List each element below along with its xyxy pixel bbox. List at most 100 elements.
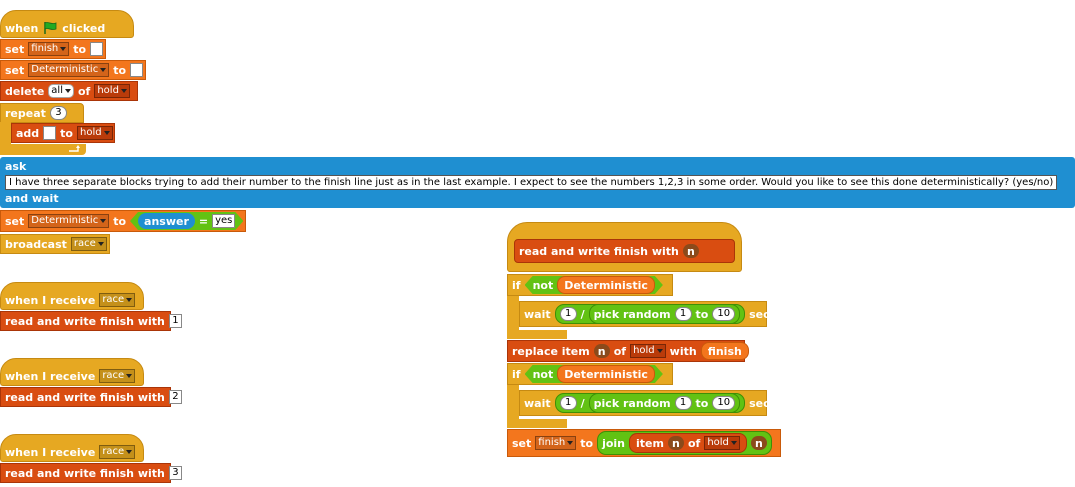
- var-dropdown-deterministic[interactable]: Deterministic: [28, 63, 110, 77]
- if-label: if: [512, 367, 521, 381]
- arg-slot[interactable]: 2: [168, 390, 182, 404]
- value-slot[interactable]: [130, 63, 144, 77]
- delete-block[interactable]: delete all of hold: [0, 81, 138, 101]
- message-name: race: [102, 446, 125, 457]
- when-i-receive-hat[interactable]: when I receive race: [0, 282, 144, 310]
- message-dropdown[interactable]: race: [70, 237, 107, 251]
- replace-label: replace item: [512, 344, 590, 358]
- message-dropdown[interactable]: race: [99, 369, 136, 383]
- param-n[interactable]: n: [593, 344, 610, 358]
- divide-reporter[interactable]: 1 / pick random 1 to 10: [554, 304, 746, 324]
- when-i-receive-hat[interactable]: when I receive race: [0, 434, 144, 462]
- with-label: with: [669, 344, 697, 358]
- hat-label: when I receive: [5, 293, 96, 307]
- list-name: hold: [633, 345, 655, 356]
- custom-block-definition-hat[interactable]: read and write finish with n: [507, 222, 742, 272]
- secs-label: secs: [749, 396, 777, 410]
- pick-random-reporter[interactable]: pick random 1 to 10: [588, 393, 741, 413]
- replace-item-block[interactable]: replace item n of hold with finish: [507, 340, 749, 362]
- param-n[interactable]: n: [750, 436, 767, 450]
- set-deterministic-answer-block[interactable]: set Deterministic to answer = yes: [0, 210, 246, 232]
- finish-reporter[interactable]: finish: [700, 342, 749, 360]
- arg-slot[interactable]: 3: [168, 466, 182, 480]
- list-dropdown-hold[interactable]: hold: [630, 344, 666, 358]
- arg-slot[interactable]: 1: [168, 314, 182, 328]
- chevron-down-icon: [60, 47, 67, 51]
- to-label: to: [695, 307, 709, 321]
- set-finish-block[interactable]: set finish to: [0, 39, 106, 59]
- list-dropdown-hold[interactable]: hold: [94, 84, 130, 98]
- proto-label: read and write finish with: [519, 244, 679, 258]
- message-dropdown[interactable]: race: [99, 445, 136, 459]
- item-of-reporter[interactable]: item n of hold: [629, 433, 747, 453]
- from-slot[interactable]: 1: [674, 307, 692, 321]
- deterministic-reporter[interactable]: Deterministic: [557, 276, 655, 294]
- hat-when-label: when: [5, 21, 39, 35]
- if-block[interactable]: if not Deterministic: [507, 363, 673, 385]
- of-label: of: [613, 344, 627, 358]
- custom-block-call[interactable]: read and write finish with 1: [0, 311, 182, 331]
- numerator-slot[interactable]: 1: [559, 307, 577, 321]
- message-name: race: [73, 238, 96, 249]
- divide-reporter[interactable]: 1 / pick random 1 to 10: [554, 393, 746, 413]
- to-label: to: [60, 126, 73, 140]
- hat-label: when I receive: [5, 369, 96, 383]
- param-n[interactable]: n: [667, 436, 684, 450]
- when-flag-clicked-hat[interactable]: when clicked: [0, 10, 134, 38]
- wait-block[interactable]: wait 1 / pick random 1 to 10 secs: [519, 390, 776, 416]
- to-label: to: [695, 396, 709, 410]
- ask-question-field[interactable]: I have three separate blocks trying to a…: [5, 175, 1058, 190]
- divide-sign: /: [580, 307, 585, 321]
- numerator-slot[interactable]: 1: [559, 396, 577, 410]
- to-slot[interactable]: 10: [712, 396, 736, 410]
- compare-value-slot[interactable]: yes: [212, 214, 235, 228]
- to-slot[interactable]: 10: [712, 307, 736, 321]
- not-predicate[interactable]: not Deterministic: [525, 276, 663, 294]
- join-reporter[interactable]: join item n of hold n: [597, 431, 772, 455]
- param-n[interactable]: n: [682, 244, 699, 258]
- set-finish-join-block[interactable]: set finish to join item n of hold n: [507, 429, 781, 457]
- repeat-c-bottom: [0, 144, 86, 155]
- call-label: read and write finish with: [5, 390, 165, 404]
- if-label: if: [512, 278, 521, 292]
- answer-reporter[interactable]: answer: [138, 213, 195, 229]
- list-dropdown-hold[interactable]: hold: [77, 126, 113, 140]
- repeat-count-slot[interactable]: 3: [49, 106, 67, 120]
- set-label: set: [512, 436, 532, 450]
- set-label: set: [5, 63, 25, 77]
- var-dropdown-finish[interactable]: finish: [28, 42, 70, 56]
- from-slot[interactable]: 1: [674, 396, 692, 410]
- set-deterministic-block[interactable]: set Deterministic to: [0, 60, 146, 80]
- message-dropdown[interactable]: race: [99, 293, 136, 307]
- repeat-block[interactable]: repeat 3: [0, 103, 84, 123]
- if-c-bottom: [507, 330, 567, 339]
- divide-sign: /: [580, 396, 585, 410]
- if-c-arm: [507, 385, 519, 421]
- definition-prototype[interactable]: read and write finish with n: [514, 239, 735, 263]
- custom-block-call[interactable]: read and write finish with 3: [0, 463, 182, 483]
- not-predicate[interactable]: not Deterministic: [525, 365, 663, 383]
- repeat-c-arm: [0, 122, 11, 146]
- var-dropdown-finish[interactable]: finish: [535, 436, 577, 450]
- list-dropdown-hold[interactable]: hold: [704, 436, 740, 450]
- message-name: race: [102, 294, 125, 305]
- var-name: finish: [31, 43, 59, 54]
- delete-which-dropdown[interactable]: all: [48, 84, 74, 98]
- equals-predicate[interactable]: answer = yes: [130, 212, 243, 230]
- pick-random-reporter[interactable]: pick random 1 to 10: [588, 304, 741, 324]
- value-slot[interactable]: [90, 42, 104, 56]
- delete-label: delete: [5, 84, 45, 98]
- custom-block-call[interactable]: read and write finish with 2: [0, 387, 182, 407]
- add-value-slot[interactable]: [43, 126, 57, 140]
- wait-block[interactable]: wait 1 / pick random 1 to 10 secs: [519, 301, 776, 327]
- broadcast-block[interactable]: broadcast race: [0, 234, 110, 254]
- var-dropdown-deterministic[interactable]: Deterministic: [28, 214, 110, 228]
- if-block[interactable]: if not Deterministic: [507, 274, 673, 296]
- chevron-down-icon: [64, 89, 71, 93]
- ask-and-wait-block[interactable]: ask I have three separate blocks trying …: [0, 157, 1075, 208]
- add-block[interactable]: add to hold: [11, 123, 115, 143]
- deterministic-reporter[interactable]: Deterministic: [557, 365, 655, 383]
- wait-label: wait: [524, 396, 551, 410]
- message-name: race: [102, 370, 125, 381]
- when-i-receive-hat[interactable]: when I receive race: [0, 358, 144, 386]
